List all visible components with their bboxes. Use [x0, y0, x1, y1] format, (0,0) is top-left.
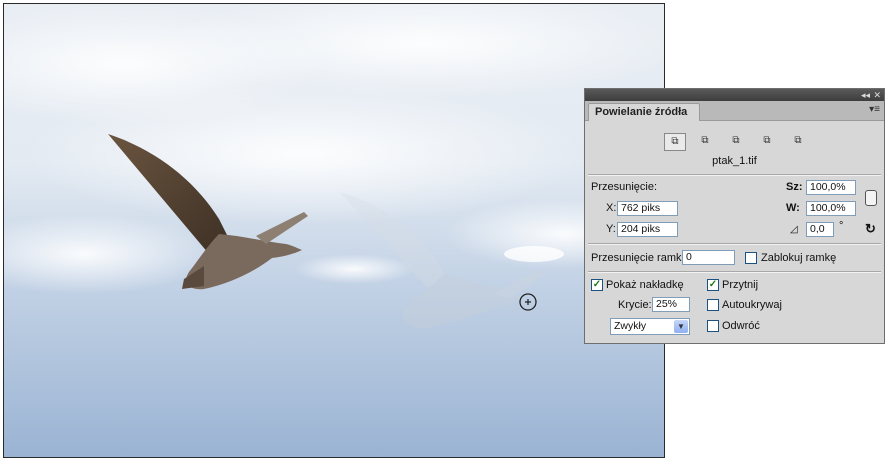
close-icon[interactable]: ✕: [873, 89, 881, 101]
offset-y-label: Y:: [606, 223, 616, 235]
show-overlay-checkbox[interactable]: ✓: [591, 279, 603, 291]
frame-offset-input[interactable]: 0: [682, 250, 735, 265]
frame-offset-label: Przesunięcie ramki:: [591, 252, 687, 264]
clone-source-2-icon[interactable]: ⧉: [694, 133, 716, 151]
degree-symbol: °: [839, 220, 844, 232]
width-input[interactable]: 100,0%: [806, 180, 856, 195]
divider: [588, 174, 881, 176]
opacity-input[interactable]: 25%: [652, 297, 690, 312]
panel-menu-icon[interactable]: ▾≡: [869, 104, 880, 115]
opacity-label: Krycie:: [618, 299, 652, 311]
height-input[interactable]: 100,0%: [806, 201, 856, 216]
width-label: Sz:: [786, 181, 803, 193]
lock-frame-label: Zablokuj ramkę: [761, 252, 837, 264]
chevron-down-icon[interactable]: ▼: [674, 320, 688, 333]
offset-title: Przesunięcie:: [591, 181, 658, 193]
link-proportions-icon[interactable]: [865, 190, 877, 206]
clone-source-panel: ◂◂ ✕ Powielanie źródła ▾≡ ⧉ ⧉ ⧉ ⧉ ⧉ ptak…: [584, 88, 885, 344]
divider: [588, 271, 881, 273]
autohide-checkbox[interactable]: [707, 299, 719, 311]
angle-input[interactable]: 0,0: [806, 222, 834, 237]
clone-source-1-icon[interactable]: ⧉: [664, 133, 686, 151]
show-overlay-label: Pokaż nakładkę: [606, 279, 684, 291]
clip-checkbox[interactable]: ✓: [707, 279, 719, 291]
offset-x-input[interactable]: 762 piks: [617, 201, 678, 216]
lock-frame-checkbox[interactable]: [745, 252, 757, 264]
blend-mode-select[interactable]: Zwykły ▼: [610, 318, 690, 335]
panel-tab-row: Powielanie źródła ▾≡: [585, 101, 884, 121]
blend-mode-value: Zwykły: [614, 320, 647, 332]
clone-source-3-icon[interactable]: ⧉: [725, 133, 747, 151]
height-label: W:: [786, 202, 800, 214]
clip-label: Przytnij: [722, 279, 759, 291]
invert-label: Odwróć: [722, 320, 760, 332]
autohide-label: Autoukrywaj: [722, 299, 782, 311]
collapse-icon[interactable]: ◂◂: [861, 89, 870, 101]
angle-icon: ◿: [790, 224, 798, 235]
divider: [588, 243, 881, 245]
panel-topbar: ◂◂ ✕: [585, 89, 884, 101]
source-file-name: ptak_1.tif: [712, 155, 757, 167]
offset-x-label: X:: [606, 202, 617, 214]
reset-transform-icon[interactable]: ↻: [865, 221, 876, 237]
image-canvas[interactable]: [3, 3, 665, 458]
clone-source-5-icon[interactable]: ⧉: [787, 133, 809, 151]
photo-bird-sky: [4, 4, 664, 457]
clone-source-4-icon[interactable]: ⧉: [756, 133, 778, 151]
tab-clone-source[interactable]: Powielanie źródła: [588, 103, 701, 121]
offset-y-input[interactable]: 204 piks: [617, 222, 678, 237]
invert-checkbox[interactable]: [707, 320, 719, 332]
